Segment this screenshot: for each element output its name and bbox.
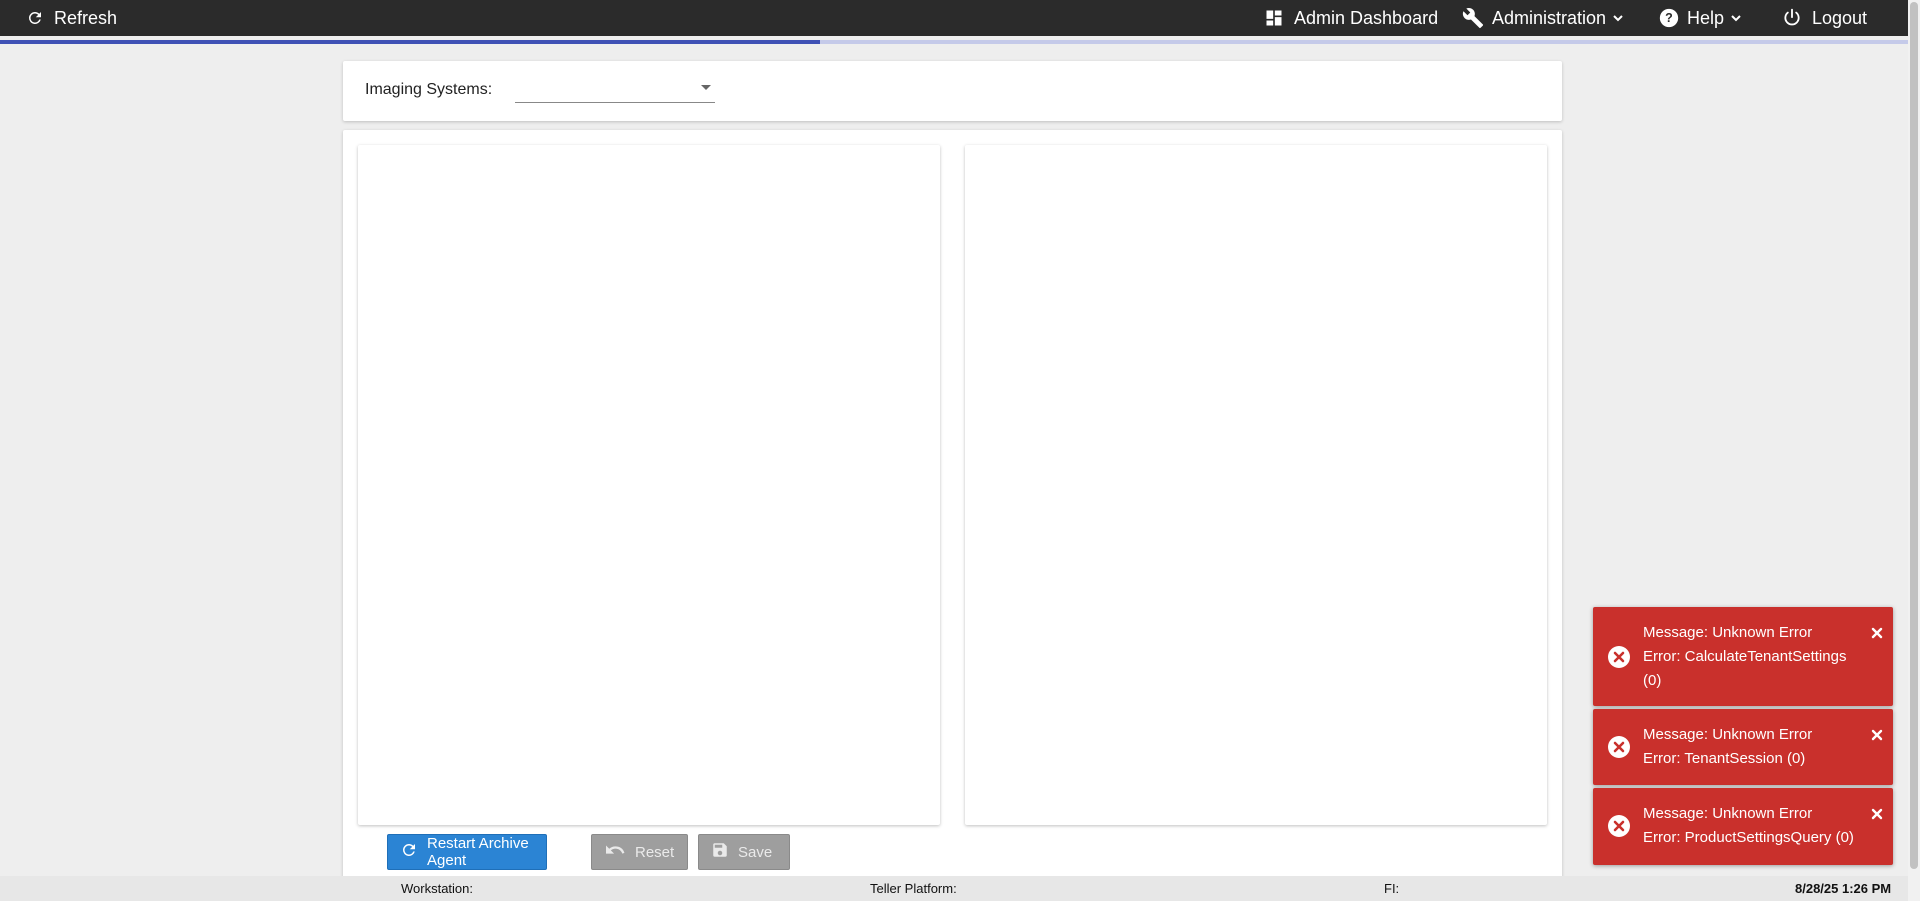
toast-line: Error: TenantSession (0) [1643,750,1806,767]
restart-archive-agent-label: Restart Archive Agent [427,835,529,869]
toast-line: Error: CalculateTenantSettings [1643,648,1847,665]
admin-dashboard-label: Admin Dashboard [1294,7,1439,28]
toast-message: Message: Unknown Error Error: CalculateT… [1643,621,1863,693]
reset-button[interactable]: Reset [591,834,688,870]
refresh-icon [26,9,44,27]
error-icon [1607,735,1631,759]
refresh-label: Refresh [54,7,118,28]
toast-line: Message: Unknown Error [1643,805,1813,822]
reset-label: Reset [635,843,675,861]
admin-dashboard-link[interactable]: Admin Dashboard [1264,0,1438,36]
chevron-down-icon [1612,12,1624,24]
loading-progress-bar [0,40,1908,44]
toast-message: Message: Unknown Error Error: ProductSet… [1643,802,1863,850]
power-icon [1782,8,1802,28]
error-icon [1607,814,1631,838]
close-icon[interactable] [1871,804,1883,820]
close-icon[interactable] [1871,623,1883,639]
left-panel [358,145,940,825]
chevron-down-icon [1730,12,1742,24]
filter-card: Imaging Systems: [343,61,1562,121]
save-icon [711,841,738,863]
error-toast: Message: Unknown Error Error: ProductSet… [1593,788,1893,865]
imaging-systems-select[interactable] [515,75,715,103]
error-toast: Message: Unknown Error Error: TenantSess… [1593,709,1893,785]
fi-label: FI: [1384,881,1400,896]
svg-text:?: ? [1665,11,1673,25]
restart-archive-agent-button[interactable]: Restart Archive Agent [387,834,547,870]
toast-line: Message: Unknown Error [1643,726,1813,743]
right-panel [965,145,1547,825]
toast-line: Error: ProductSettingsQuery (0) [1643,829,1854,846]
workstation-label: Workstation: [401,881,474,896]
toast-message: Message: Unknown Error Error: TenantSess… [1643,723,1863,771]
status-bar: Workstation: Teller Platform: FI: 8/28/2… [0,876,1908,901]
toast-line: Message: Unknown Error [1643,624,1813,641]
undo-icon [604,841,635,863]
help-icon: ? [1659,8,1679,28]
close-icon[interactable] [1871,725,1883,741]
dashboard-icon [1264,8,1284,28]
error-toast: Message: Unknown Error Error: CalculateT… [1593,607,1893,706]
logout-button[interactable]: Logout [1782,0,1867,36]
scrollbar-thumb[interactable] [1910,2,1918,869]
logout-label: Logout [1812,7,1868,28]
help-label: Help [1687,7,1725,28]
wrench-icon [1462,7,1484,29]
administration-label: Administration [1492,7,1607,28]
administration-menu[interactable]: Administration [1462,0,1624,36]
main-card: Restart Archive Agent Reset Save [343,130,1562,901]
caret-down-icon [701,85,711,90]
loading-progress-fill [0,40,821,44]
datetime-display: 8/28/25 1:26 PM [1795,881,1892,896]
save-button[interactable]: Save [698,834,790,870]
refresh-button[interactable]: Refresh [26,0,117,36]
teller-platform-label: Teller Platform: [870,881,957,896]
top-navigation-bar: Refresh Admin Dashboard Administration ?… [0,0,1908,36]
help-menu[interactable]: ? Help [1659,0,1742,36]
imaging-systems-label: Imaging Systems: [365,81,493,98]
save-label: Save [738,843,773,861]
toast-line: (0) [1643,672,1662,689]
error-icon [1607,645,1631,669]
page-scrollbar[interactable] [1908,0,1920,901]
refresh-icon [400,841,427,863]
